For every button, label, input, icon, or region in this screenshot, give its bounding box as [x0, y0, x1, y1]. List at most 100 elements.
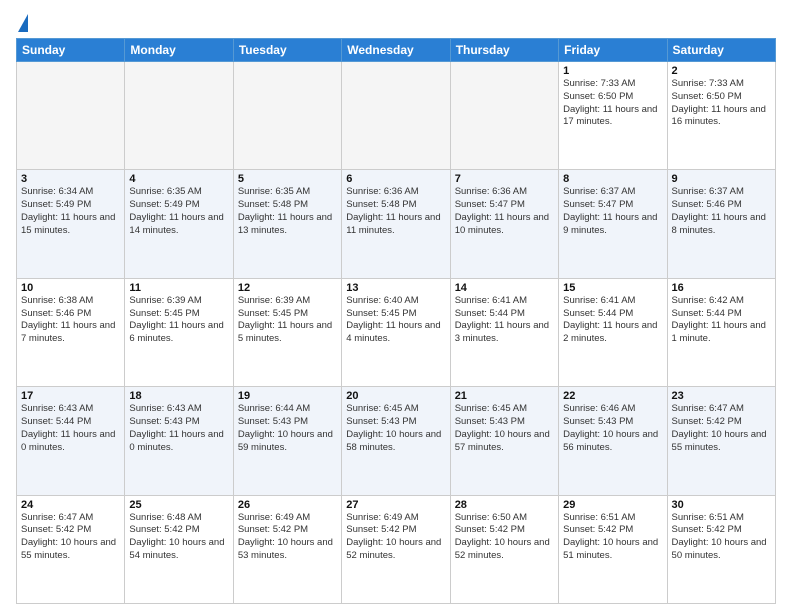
day-info: Sunrise: 6:51 AM Sunset: 5:42 PM Dayligh…	[672, 512, 771, 563]
day-cell: 23Sunrise: 6:47 AM Sunset: 5:42 PM Dayli…	[667, 387, 775, 495]
day-info: Sunrise: 6:49 AM Sunset: 5:42 PM Dayligh…	[238, 512, 337, 563]
day-cell: 16Sunrise: 6:42 AM Sunset: 5:44 PM Dayli…	[667, 278, 775, 386]
day-info: Sunrise: 6:41 AM Sunset: 5:44 PM Dayligh…	[455, 295, 554, 346]
day-number: 20	[346, 390, 445, 402]
day-cell: 13Sunrise: 6:40 AM Sunset: 5:45 PM Dayli…	[342, 278, 450, 386]
day-cell: 1Sunrise: 7:33 AM Sunset: 6:50 PM Daylig…	[559, 62, 667, 170]
day-info: Sunrise: 6:47 AM Sunset: 5:42 PM Dayligh…	[21, 512, 120, 563]
day-info: Sunrise: 6:37 AM Sunset: 5:47 PM Dayligh…	[563, 186, 662, 237]
day-number: 17	[21, 390, 120, 402]
day-cell: 2Sunrise: 7:33 AM Sunset: 6:50 PM Daylig…	[667, 62, 775, 170]
day-cell: 19Sunrise: 6:44 AM Sunset: 5:43 PM Dayli…	[233, 387, 341, 495]
day-number: 6	[346, 173, 445, 185]
day-cell: 30Sunrise: 6:51 AM Sunset: 5:42 PM Dayli…	[667, 495, 775, 603]
weekday-header-monday: Monday	[125, 39, 233, 62]
day-cell	[342, 62, 450, 170]
day-number: 14	[455, 282, 554, 294]
day-cell: 5Sunrise: 6:35 AM Sunset: 5:48 PM Daylig…	[233, 170, 341, 278]
day-info: Sunrise: 6:43 AM Sunset: 5:43 PM Dayligh…	[129, 403, 228, 454]
day-info: Sunrise: 6:41 AM Sunset: 5:44 PM Dayligh…	[563, 295, 662, 346]
day-cell: 22Sunrise: 6:46 AM Sunset: 5:43 PM Dayli…	[559, 387, 667, 495]
weekday-header-row: SundayMondayTuesdayWednesdayThursdayFrid…	[17, 39, 776, 62]
day-number: 24	[21, 499, 120, 511]
day-number: 26	[238, 499, 337, 511]
day-info: Sunrise: 7:33 AM Sunset: 6:50 PM Dayligh…	[563, 78, 662, 129]
week-row-2: 3Sunrise: 6:34 AM Sunset: 5:49 PM Daylig…	[17, 170, 776, 278]
day-cell: 25Sunrise: 6:48 AM Sunset: 5:42 PM Dayli…	[125, 495, 233, 603]
day-cell	[233, 62, 341, 170]
day-info: Sunrise: 6:48 AM Sunset: 5:42 PM Dayligh…	[129, 512, 228, 563]
day-number: 23	[672, 390, 771, 402]
day-info: Sunrise: 6:44 AM Sunset: 5:43 PM Dayligh…	[238, 403, 337, 454]
day-number: 18	[129, 390, 228, 402]
day-cell: 28Sunrise: 6:50 AM Sunset: 5:42 PM Dayli…	[450, 495, 558, 603]
day-cell: 29Sunrise: 6:51 AM Sunset: 5:42 PM Dayli…	[559, 495, 667, 603]
weekday-header-sunday: Sunday	[17, 39, 125, 62]
day-number: 22	[563, 390, 662, 402]
day-number: 25	[129, 499, 228, 511]
day-number: 8	[563, 173, 662, 185]
week-row-5: 24Sunrise: 6:47 AM Sunset: 5:42 PM Dayli…	[17, 495, 776, 603]
day-cell: 12Sunrise: 6:39 AM Sunset: 5:45 PM Dayli…	[233, 278, 341, 386]
day-number: 3	[21, 173, 120, 185]
day-number: 5	[238, 173, 337, 185]
day-info: Sunrise: 6:45 AM Sunset: 5:43 PM Dayligh…	[455, 403, 554, 454]
calendar: SundayMondayTuesdayWednesdayThursdayFrid…	[16, 38, 776, 604]
day-number: 21	[455, 390, 554, 402]
day-info: Sunrise: 6:37 AM Sunset: 5:46 PM Dayligh…	[672, 186, 771, 237]
day-info: Sunrise: 6:45 AM Sunset: 5:43 PM Dayligh…	[346, 403, 445, 454]
weekday-header-wednesday: Wednesday	[342, 39, 450, 62]
week-row-3: 10Sunrise: 6:38 AM Sunset: 5:46 PM Dayli…	[17, 278, 776, 386]
day-cell: 8Sunrise: 6:37 AM Sunset: 5:47 PM Daylig…	[559, 170, 667, 278]
day-cell: 6Sunrise: 6:36 AM Sunset: 5:48 PM Daylig…	[342, 170, 450, 278]
day-info: Sunrise: 6:43 AM Sunset: 5:44 PM Dayligh…	[21, 403, 120, 454]
day-info: Sunrise: 6:51 AM Sunset: 5:42 PM Dayligh…	[563, 512, 662, 563]
day-info: Sunrise: 7:33 AM Sunset: 6:50 PM Dayligh…	[672, 78, 771, 129]
day-cell: 3Sunrise: 6:34 AM Sunset: 5:49 PM Daylig…	[17, 170, 125, 278]
day-info: Sunrise: 6:47 AM Sunset: 5:42 PM Dayligh…	[672, 403, 771, 454]
day-info: Sunrise: 6:36 AM Sunset: 5:47 PM Dayligh…	[455, 186, 554, 237]
day-number: 11	[129, 282, 228, 294]
weekday-header-thursday: Thursday	[450, 39, 558, 62]
week-row-4: 17Sunrise: 6:43 AM Sunset: 5:44 PM Dayli…	[17, 387, 776, 495]
day-info: Sunrise: 6:39 AM Sunset: 5:45 PM Dayligh…	[238, 295, 337, 346]
day-number: 19	[238, 390, 337, 402]
weekday-header-tuesday: Tuesday	[233, 39, 341, 62]
page: SundayMondayTuesdayWednesdayThursdayFrid…	[0, 0, 792, 612]
day-number: 15	[563, 282, 662, 294]
day-number: 13	[346, 282, 445, 294]
day-info: Sunrise: 6:40 AM Sunset: 5:45 PM Dayligh…	[346, 295, 445, 346]
day-number: 1	[563, 65, 662, 77]
day-info: Sunrise: 6:50 AM Sunset: 5:42 PM Dayligh…	[455, 512, 554, 563]
day-number: 12	[238, 282, 337, 294]
day-cell	[450, 62, 558, 170]
day-info: Sunrise: 6:34 AM Sunset: 5:49 PM Dayligh…	[21, 186, 120, 237]
day-info: Sunrise: 6:42 AM Sunset: 5:44 PM Dayligh…	[672, 295, 771, 346]
day-cell: 26Sunrise: 6:49 AM Sunset: 5:42 PM Dayli…	[233, 495, 341, 603]
day-cell: 18Sunrise: 6:43 AM Sunset: 5:43 PM Dayli…	[125, 387, 233, 495]
day-number: 10	[21, 282, 120, 294]
day-number: 9	[672, 173, 771, 185]
day-info: Sunrise: 6:39 AM Sunset: 5:45 PM Dayligh…	[129, 295, 228, 346]
day-number: 28	[455, 499, 554, 511]
weekday-header-saturday: Saturday	[667, 39, 775, 62]
day-info: Sunrise: 6:35 AM Sunset: 5:48 PM Dayligh…	[238, 186, 337, 237]
day-number: 29	[563, 499, 662, 511]
header	[16, 12, 776, 30]
day-cell: 7Sunrise: 6:36 AM Sunset: 5:47 PM Daylig…	[450, 170, 558, 278]
logo-triangle-icon	[18, 14, 28, 32]
day-cell	[17, 62, 125, 170]
week-row-1: 1Sunrise: 7:33 AM Sunset: 6:50 PM Daylig…	[17, 62, 776, 170]
day-info: Sunrise: 6:36 AM Sunset: 5:48 PM Dayligh…	[346, 186, 445, 237]
weekday-header-friday: Friday	[559, 39, 667, 62]
day-number: 16	[672, 282, 771, 294]
day-number: 27	[346, 499, 445, 511]
day-number: 30	[672, 499, 771, 511]
day-cell: 15Sunrise: 6:41 AM Sunset: 5:44 PM Dayli…	[559, 278, 667, 386]
day-cell: 20Sunrise: 6:45 AM Sunset: 5:43 PM Dayli…	[342, 387, 450, 495]
day-cell: 10Sunrise: 6:38 AM Sunset: 5:46 PM Dayli…	[17, 278, 125, 386]
day-info: Sunrise: 6:46 AM Sunset: 5:43 PM Dayligh…	[563, 403, 662, 454]
day-cell: 27Sunrise: 6:49 AM Sunset: 5:42 PM Dayli…	[342, 495, 450, 603]
day-cell: 11Sunrise: 6:39 AM Sunset: 5:45 PM Dayli…	[125, 278, 233, 386]
logo	[16, 16, 28, 30]
